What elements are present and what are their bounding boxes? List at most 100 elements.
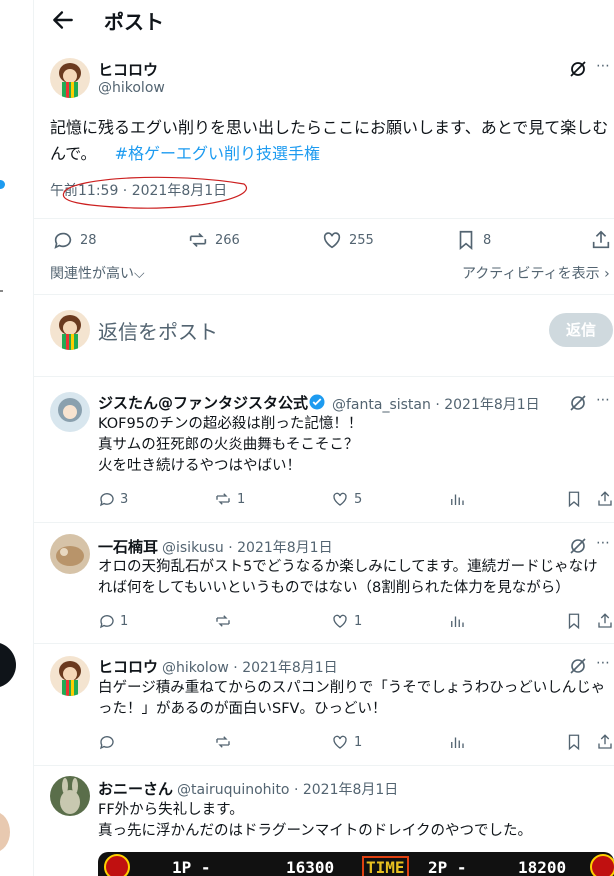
- notification-dot: [0, 180, 5, 189]
- reply-author-name[interactable]: ジスたん@ファンタジスタ公式: [98, 392, 308, 413]
- repost-icon[interactable]: [214, 733, 232, 751]
- reply-avatar[interactable]: [50, 656, 90, 696]
- red-ellipse-annotation: [63, 176, 247, 209]
- grok-icon[interactable]: [568, 59, 588, 79]
- reply-icon[interactable]: [98, 733, 116, 751]
- reply-count: 28: [80, 233, 97, 248]
- reply-avatar[interactable]: [50, 392, 90, 432]
- share-icon[interactable]: [596, 733, 614, 751]
- reply-count: 3: [120, 492, 129, 507]
- p2-score: 18200: [518, 858, 567, 876]
- more-icon[interactable]: ⋯: [596, 535, 611, 551]
- repost-count: 266: [215, 233, 240, 248]
- post-detail-column: ポスト ヒコロウ @hikolow ⋯ 記憶に残るエグい削りを思い出したらここに…: [34, 0, 614, 876]
- reply-author-name[interactable]: ヒコロウ: [98, 656, 158, 677]
- chevron-down-icon: ⌵: [134, 266, 145, 282]
- share-icon[interactable]: [596, 490, 614, 508]
- views-icon[interactable]: [448, 490, 466, 508]
- repost-icon[interactable]: [214, 490, 232, 508]
- reply-button[interactable]: 返信: [549, 313, 613, 347]
- verified-badge-icon: [309, 394, 325, 410]
- reply-icon[interactable]: [98, 490, 116, 508]
- divider: [34, 643, 614, 644]
- p1-label: 1P -: [172, 858, 211, 876]
- share-icon[interactable]: [590, 229, 612, 251]
- like-count: 1: [354, 735, 363, 750]
- sort-relevance[interactable]: 関連性が高い⌵: [50, 263, 145, 283]
- page-title: ポスト: [104, 10, 164, 34]
- bookmark-icon[interactable]: [565, 612, 583, 630]
- reply-avatar[interactable]: [50, 534, 90, 574]
- reply-icon: [54, 232, 72, 249]
- reply-handle[interactable]: @fanta_sistan: [332, 397, 431, 413]
- author-avatar[interactable]: [50, 58, 90, 98]
- repost-icon: [189, 232, 207, 248]
- repost-icon[interactable]: [214, 612, 232, 630]
- grok-icon[interactable]: [568, 536, 588, 556]
- like-icon[interactable]: [331, 490, 349, 508]
- back-arrow-icon[interactable]: [50, 7, 76, 33]
- sort-label: 関連性が高い: [50, 266, 134, 282]
- reply-date[interactable]: · 2021年8月1日: [233, 660, 337, 676]
- reply-date[interactable]: · 2021年8月1日: [294, 782, 398, 798]
- like-icon[interactable]: [331, 733, 349, 751]
- top-bar: ポスト: [34, 0, 614, 40]
- activity-label: アクティビティを表示: [462, 266, 600, 282]
- reply-author-name[interactable]: おニーさん: [98, 778, 173, 799]
- reply-text: 白ゲージ積み重ねてからのスパコン削りで「うそでしょうわひっどいしんじゃった！」が…: [98, 680, 606, 717]
- attached-game-screenshot[interactable]: 1P - 16300 TIME 2P - 18200: [98, 852, 614, 876]
- post-button-circle[interactable]: [0, 642, 16, 688]
- author-handle[interactable]: @hikolow: [98, 80, 165, 96]
- reply-handle[interactable]: @tairuquinohito: [177, 782, 290, 798]
- avatar-image: [56, 546, 84, 566]
- author-name[interactable]: ヒコロウ: [98, 59, 158, 80]
- reply-handle[interactable]: @hikolow: [162, 660, 229, 676]
- divider: [34, 294, 614, 295]
- like-count: 255: [349, 233, 374, 248]
- reply-meta: @hikolow · 2021年8月1日: [162, 657, 338, 677]
- reply-handle[interactable]: @isikusu: [162, 540, 224, 556]
- reply-meta: @tairuquinohito · 2021年8月1日: [177, 779, 398, 799]
- reply-input[interactable]: 返信をポスト: [98, 316, 218, 345]
- compose-avatar[interactable]: [50, 310, 90, 350]
- repost-count: 1: [237, 492, 246, 507]
- views-icon[interactable]: [448, 733, 466, 751]
- reply-text: オロの天狗乱石がスト5でどうなるか楽しみにしてます。連続ガードじゃなければ何をし…: [98, 559, 598, 596]
- divider: [34, 218, 614, 219]
- bookmark-icon[interactable]: [565, 733, 583, 751]
- reply-date[interactable]: · 2021年8月1日: [228, 540, 332, 556]
- hashtag-link[interactable]: #格ゲーエグい削り技選手権: [115, 144, 320, 163]
- views-icon[interactable]: [448, 612, 466, 630]
- like-count: 5: [354, 492, 363, 507]
- like-count: 1: [354, 614, 363, 629]
- bookmark-count: 8: [483, 233, 492, 248]
- share-icon[interactable]: [596, 612, 614, 630]
- p1-score: 16300: [286, 858, 335, 876]
- reply-author-name[interactable]: 一石楠耳: [98, 536, 158, 557]
- player2-icon: [590, 854, 614, 876]
- like-icon[interactable]: [331, 612, 349, 630]
- grok-icon[interactable]: [568, 656, 588, 676]
- avatar-image: [59, 661, 81, 696]
- reply-meta: @fanta_sistan · 2021年8月1日: [332, 394, 540, 414]
- more-icon[interactable]: ⋯: [596, 655, 611, 671]
- show-activity-link[interactable]: アクティビティを表示 ›: [462, 263, 610, 283]
- left-navigation-rail: [0, 0, 34, 876]
- reply-icon[interactable]: [98, 612, 116, 630]
- divider: [34, 522, 614, 523]
- avatar-image: [60, 778, 80, 814]
- more-icon[interactable]: ⋯: [596, 58, 611, 74]
- reply-meta: @isikusu · 2021年8月1日: [162, 537, 333, 557]
- more-icon[interactable]: ⋯: [596, 392, 611, 408]
- grok-icon[interactable]: [568, 393, 588, 413]
- p2-label: 2P -: [428, 858, 467, 876]
- post-text: 記憶に残るエグい削りを思い出したらここにお願いします、あとで見て楽しむんで。 #格…: [50, 115, 610, 167]
- bookmark-icon[interactable]: [565, 490, 583, 508]
- like-icon: [323, 232, 341, 249]
- reply-text: FF外から失礼します。 真っ先に浮かんだのはドラグーンマイトのドレイクのやつでし…: [98, 802, 532, 839]
- reply-count: 1: [120, 614, 129, 629]
- reply-date[interactable]: · 2021年8月1日: [435, 397, 539, 413]
- account-avatar[interactable]: [0, 812, 10, 852]
- reply-avatar[interactable]: [50, 776, 90, 816]
- reply-text: KOF95のチンの超必殺は削った記憶！！ 真サムの狂死郎の火炎曲舞もそこそこ？ …: [98, 416, 363, 474]
